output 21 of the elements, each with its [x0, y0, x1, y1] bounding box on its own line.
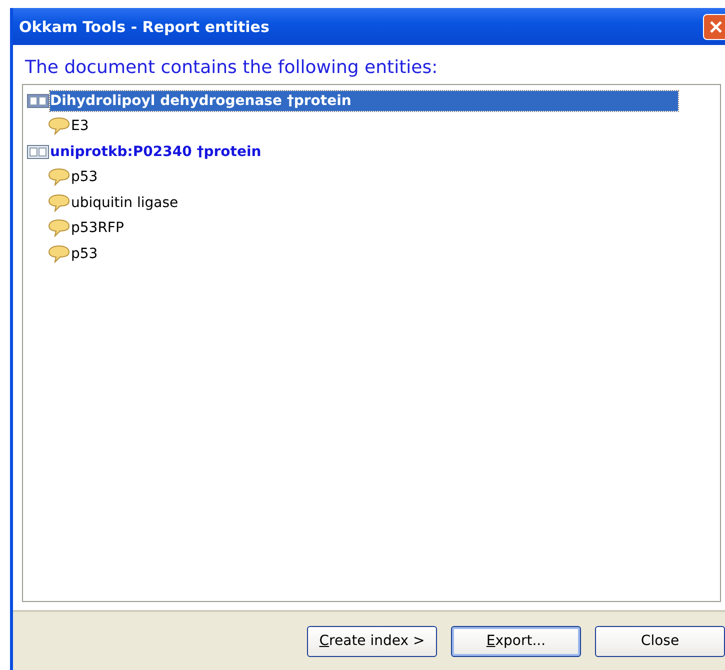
- close-icon: [709, 20, 723, 34]
- entity-label[interactable]: Dihydrolipoyl dehydrogenase †protein: [50, 90, 678, 111]
- close-button[interactable]: [703, 14, 725, 40]
- entity-icon: [27, 144, 49, 160]
- dialog-button[interactable]: Export...: [451, 626, 581, 656]
- name-label[interactable]: p53: [71, 244, 100, 263]
- name-label[interactable]: p53: [71, 168, 100, 186]
- name-label[interactable]: p53RFP: [71, 219, 126, 238]
- entity-icon: [27, 92, 49, 109]
- speech-bubble-icon: [48, 219, 70, 238]
- speech-bubble-icon: [48, 194, 70, 212]
- dialog-button[interactable]: Close: [595, 626, 725, 656]
- speech-bubble-icon: [48, 117, 70, 136]
- name-label[interactable]: ubiquitin ligase: [71, 194, 180, 212]
- dialog-button[interactable]: Create index >: [307, 626, 437, 656]
- window-title: Okkam Tools - Report entities: [19, 18, 270, 36]
- heading-text: The document contains the following entities:: [24, 56, 439, 80]
- name-label[interactable]: E3: [71, 117, 91, 136]
- speech-bubble-icon: [48, 168, 70, 186]
- entity-label[interactable]: uniprotkb:P02340 †protein: [50, 142, 264, 162]
- speech-bubble-icon: [48, 244, 70, 263]
